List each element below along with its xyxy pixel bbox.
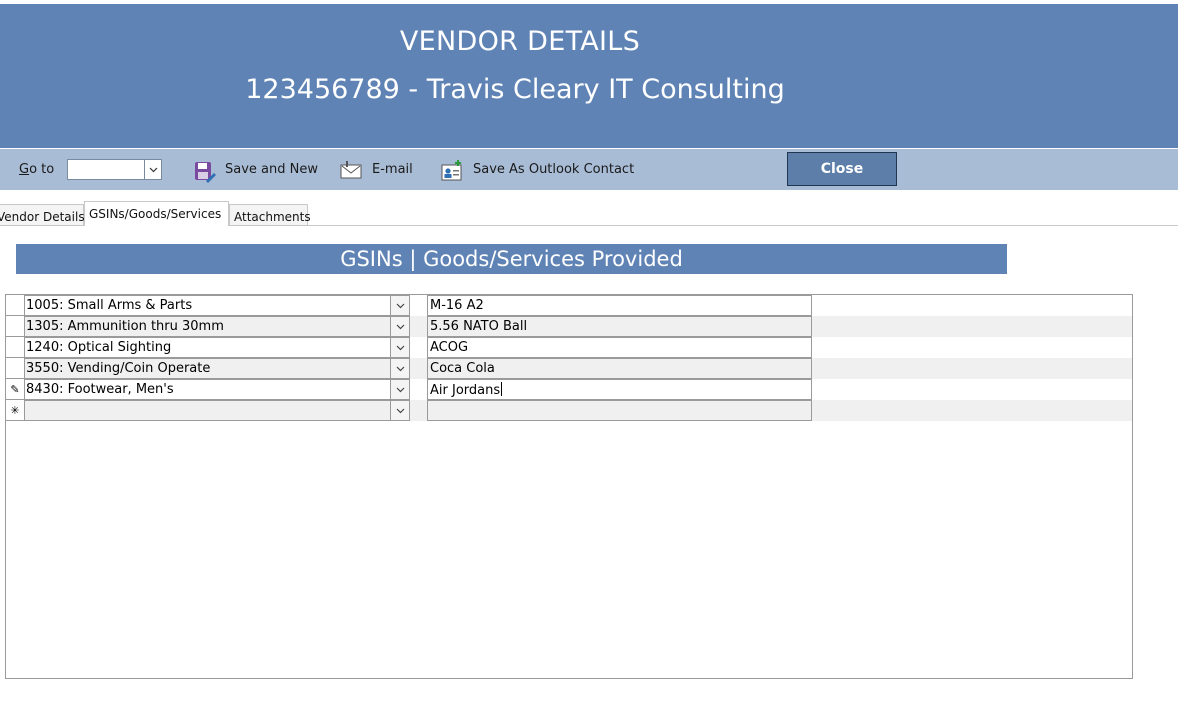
pencil-icon[interactable]: ✎ bbox=[6, 379, 25, 400]
record-selector[interactable] bbox=[6, 337, 25, 358]
contact-card-icon[interactable] bbox=[441, 160, 463, 182]
save-icon[interactable] bbox=[194, 161, 216, 183]
item-value: 5.56 NATO Ball bbox=[430, 319, 528, 334]
gsin-combo[interactable]: 1305: Ammunition thru 30mm bbox=[25, 316, 410, 337]
item-field[interactable]: ACOG bbox=[427, 337, 812, 358]
form-title: VENDOR DETAILS bbox=[399, 26, 641, 57]
chevron-down-icon[interactable] bbox=[390, 296, 409, 315]
gsin-value: 1305: Ammunition thru 30mm bbox=[26, 319, 224, 334]
record-selector[interactable] bbox=[6, 295, 25, 316]
gsin-combo[interactable]: 3550: Vending/Coin Operate bbox=[25, 358, 410, 379]
new-record-icon[interactable]: ✳ bbox=[6, 400, 25, 421]
chevron-down-icon[interactable] bbox=[390, 401, 409, 420]
tab-gsins-goods-services[interactable]: GSINs/Goods/Services bbox=[84, 201, 229, 226]
item-field[interactable]: Air Jordans bbox=[427, 379, 812, 400]
email-button[interactable]: E-mail bbox=[372, 162, 413, 177]
item-field[interactable]: 5.56 NATO Ball bbox=[427, 316, 812, 337]
item-value: M-16 A2 bbox=[430, 298, 484, 313]
chevron-down-icon[interactable] bbox=[390, 338, 409, 357]
gsin-combo[interactable] bbox=[25, 400, 410, 421]
item-field[interactable]: Coca Cola bbox=[427, 358, 812, 379]
table-row: 1305: Ammunition thru 30mm 5.56 NATO Bal… bbox=[6, 316, 1132, 337]
form-header: VENDOR DETAILS 123456789 - Travis Cleary… bbox=[0, 4, 1178, 148]
gsin-combo[interactable]: 1005: Small Arms & Parts bbox=[25, 295, 410, 316]
save-and-new-button[interactable]: Save and New bbox=[225, 162, 318, 177]
tab-strip: Vendor Details GSINs/Goods/Services Atta… bbox=[0, 201, 1178, 226]
chevron-down-icon[interactable] bbox=[390, 317, 409, 336]
gsin-subform: 1005: Small Arms & Parts M-16 A2 1305: A… bbox=[5, 294, 1133, 679]
item-value: ACOG bbox=[430, 340, 469, 355]
item-field[interactable] bbox=[427, 400, 812, 421]
close-button[interactable]: Close bbox=[787, 152, 897, 186]
gsin-combo[interactable]: 8430: Footwear, Men's bbox=[25, 379, 410, 400]
gsin-value: 1240: Optical Sighting bbox=[26, 340, 172, 355]
chevron-down-icon[interactable] bbox=[390, 380, 409, 399]
chevron-down-icon[interactable] bbox=[144, 160, 161, 179]
table-row: 1005: Small Arms & Parts M-16 A2 bbox=[6, 295, 1132, 316]
item-field[interactable]: M-16 A2 bbox=[427, 295, 812, 316]
gsin-value: 3550: Vending/Coin Operate bbox=[26, 361, 211, 376]
item-value: Coca Cola bbox=[430, 361, 495, 376]
vendor-subtitle: 123456789 - Travis Cleary IT Consulting bbox=[245, 74, 785, 105]
text-caret bbox=[501, 382, 503, 396]
gsin-value: 1005: Small Arms & Parts bbox=[26, 298, 193, 313]
table-row: 1240: Optical Sighting ACOG bbox=[6, 337, 1132, 358]
table-row-new: ✳ bbox=[6, 400, 1132, 421]
save-as-outlook-contact-button[interactable]: Save As Outlook Contact bbox=[473, 162, 634, 177]
email-icon[interactable] bbox=[340, 160, 362, 182]
table-row: 3550: Vending/Coin Operate Coca Cola bbox=[6, 358, 1132, 379]
goto-label: Go to bbox=[19, 162, 55, 177]
gsin-value: 8430: Footwear, Men's bbox=[26, 382, 174, 397]
tab-vendor-details[interactable]: Vendor Details bbox=[0, 204, 85, 225]
record-selector[interactable] bbox=[6, 358, 25, 379]
goto-combo[interactable] bbox=[67, 159, 162, 180]
item-value: Air Jordans bbox=[430, 382, 503, 398]
table-row: ✎ 8430: Footwear, Men's Air Jordans bbox=[6, 379, 1132, 400]
section-title: GSINs | Goods/Services Provided bbox=[16, 244, 1007, 274]
chevron-down-icon[interactable] bbox=[390, 359, 409, 378]
gsin-combo[interactable]: 1240: Optical Sighting bbox=[25, 337, 410, 358]
toolbar: Go to Save and New E-mail Save As Outloo… bbox=[0, 149, 1178, 190]
record-selector[interactable] bbox=[6, 316, 25, 337]
tab-attachments[interactable]: Attachments bbox=[229, 204, 311, 225]
